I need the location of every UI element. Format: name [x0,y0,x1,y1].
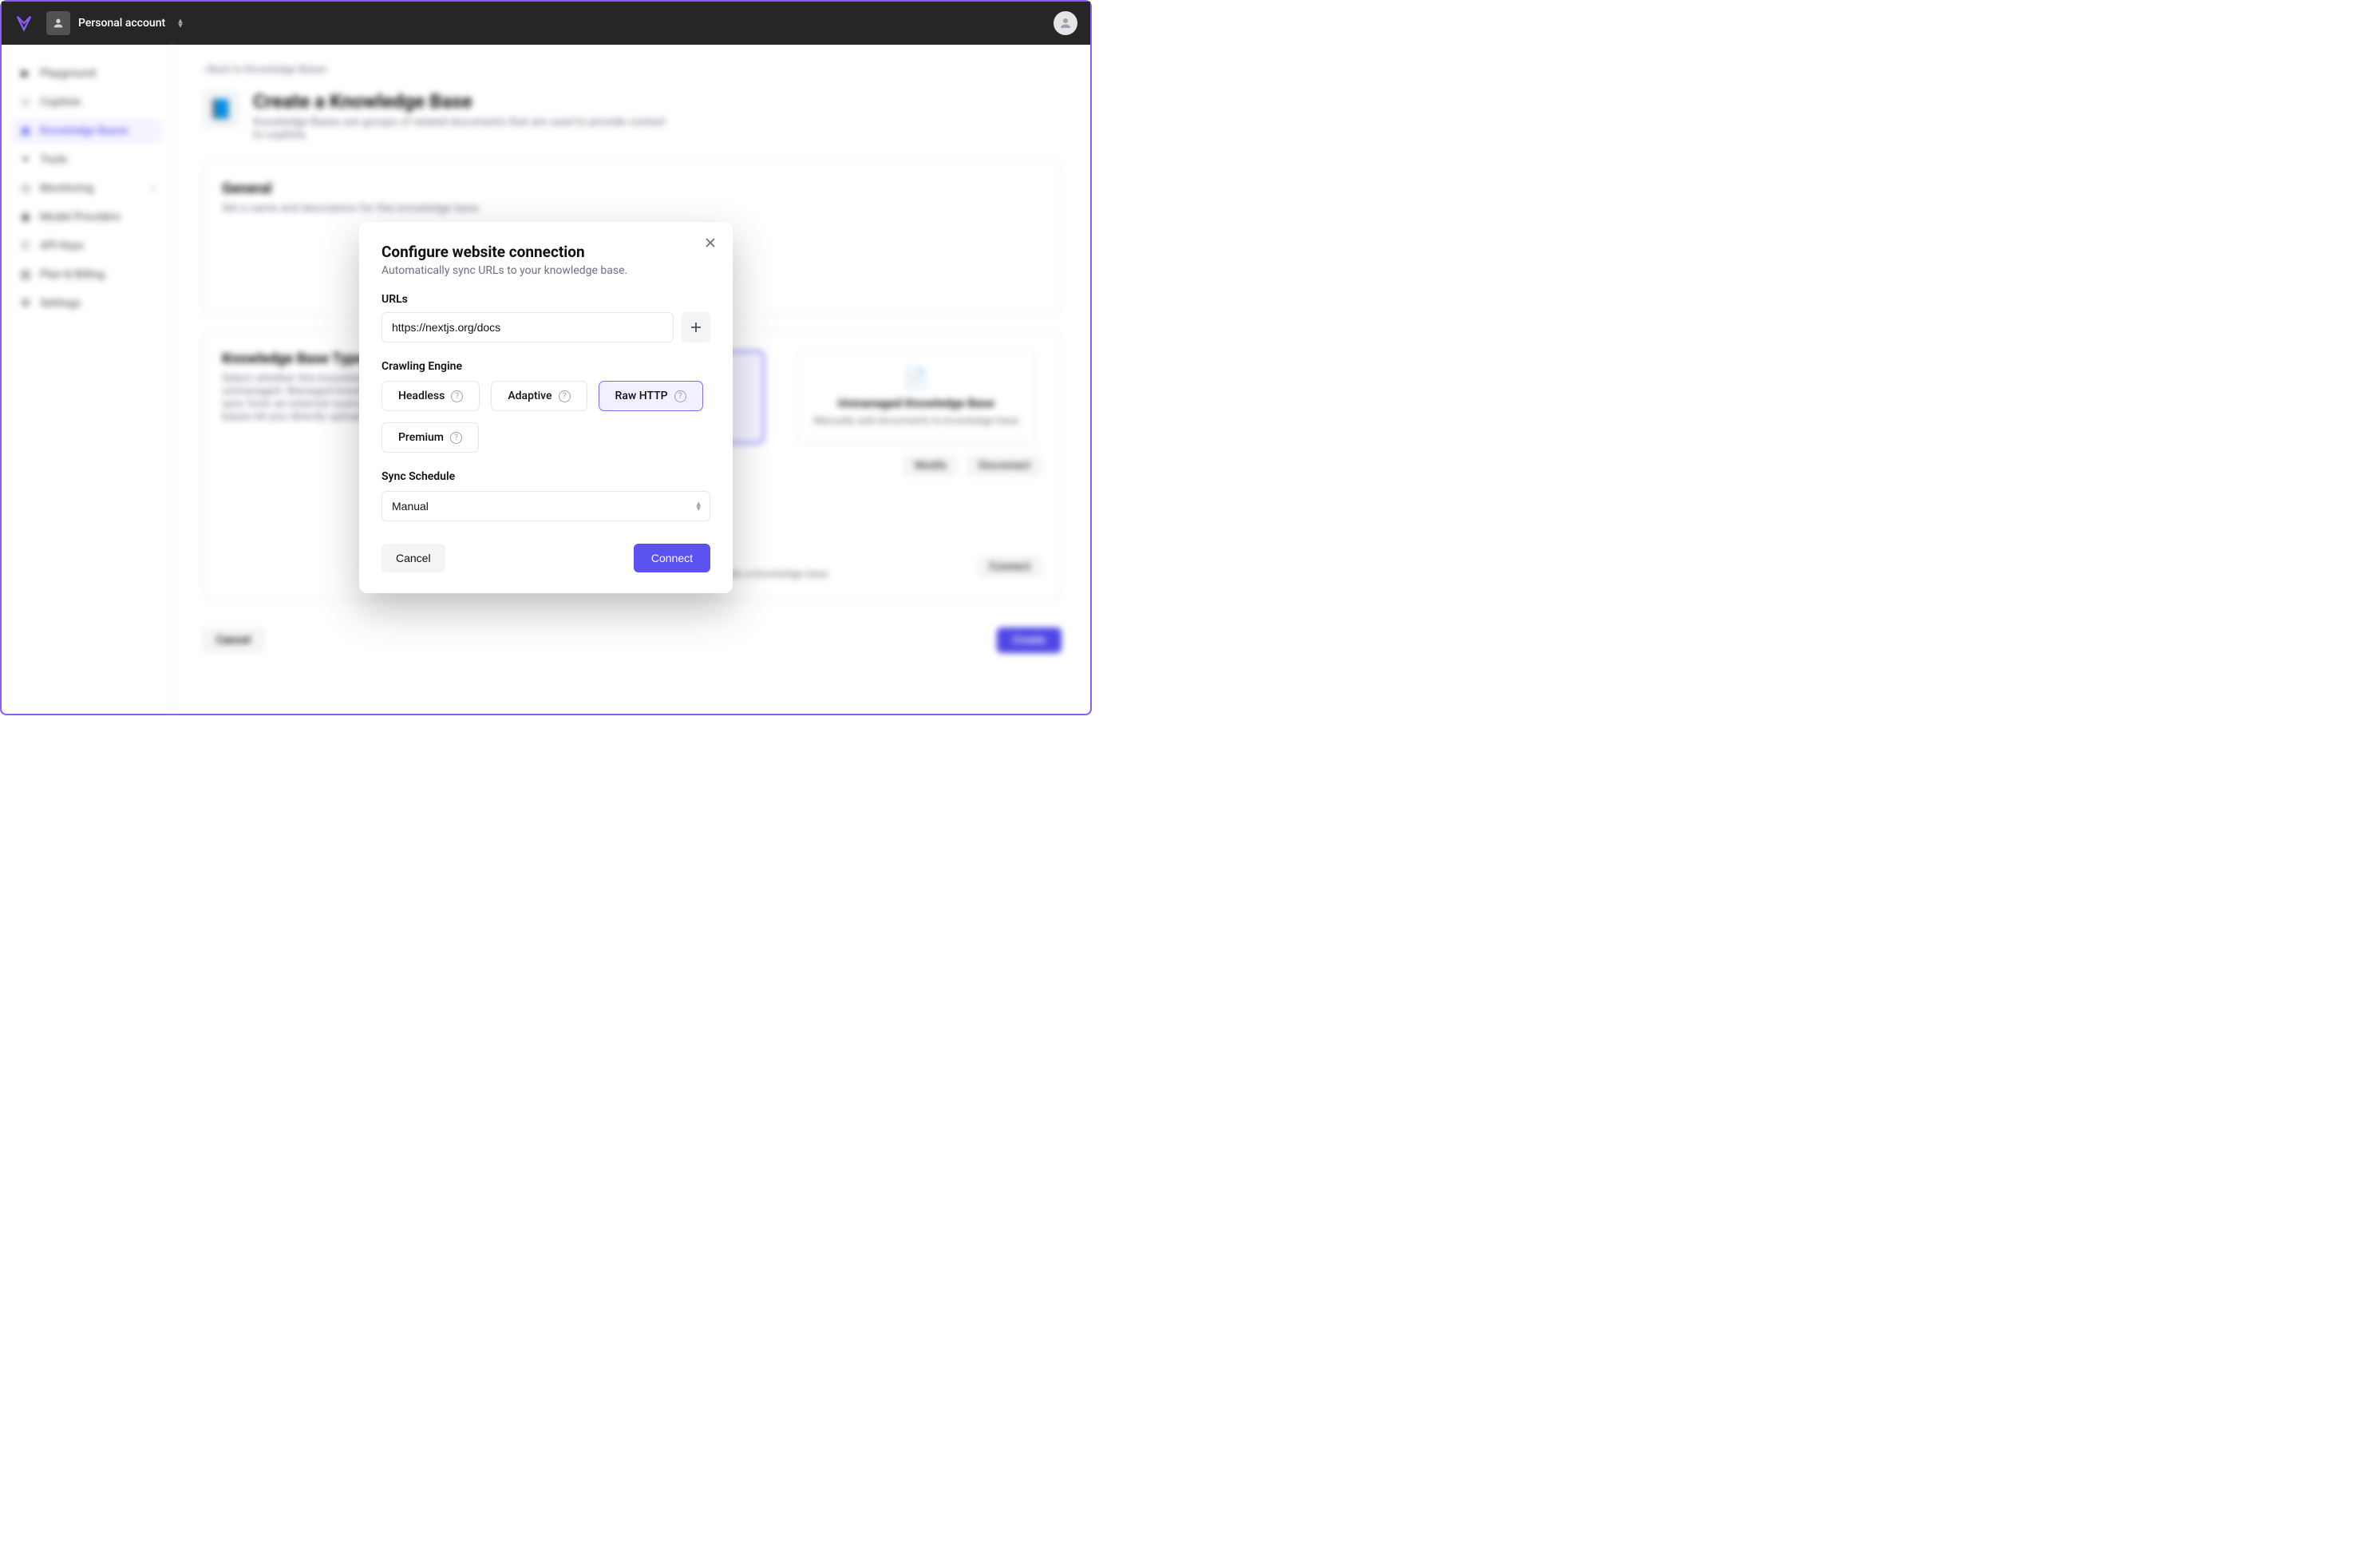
help-icon[interactable]: ? [559,390,571,402]
cancel-button[interactable]: Cancel [382,544,445,572]
engine-option-adaptive[interactable]: Adaptive ? [491,381,587,411]
modal-subtitle: Automatically sync URLs to your knowledg… [382,264,710,277]
chevron-updown-icon: ▴▾ [178,18,183,28]
connect-button[interactable]: Connect [634,544,710,572]
configure-website-modal: Configure website connection Automatical… [359,222,733,593]
engine-label-text: Raw HTTP [615,390,668,402]
help-icon[interactable]: ? [674,390,686,402]
back-link[interactable]: ‹ Back to Knowledge Bases [202,64,1062,76]
engine-option-raw-http[interactable]: Raw HTTP ? [599,381,703,411]
play-icon: ▶ [19,67,32,80]
app-logo-icon [14,14,34,33]
engine-label-text: Headless [398,390,445,402]
url-input[interactable] [382,312,674,342]
top-bar: Personal account ▴▾ [2,2,1090,45]
urls-label: URLs [382,293,710,306]
engine-option-headless[interactable]: Headless ? [382,381,480,411]
add-url-button[interactable] [682,312,710,342]
account-avatar-icon [46,11,70,35]
engine-label-text: Adaptive [508,390,552,402]
modal-overlay: Configure website connection Automatical… [2,88,1090,714]
sync-schedule-select[interactable]: Manual [382,491,710,521]
user-avatar[interactable] [1054,11,1077,35]
crawling-engine-label: Crawling Engine [382,360,710,373]
help-icon[interactable]: ? [451,390,463,402]
modal-title: Configure website connection [382,243,710,261]
sync-schedule-label: Sync Schedule [382,470,710,483]
sidebar-item-label: Playground [40,67,96,80]
engine-label-text: Premium [398,431,444,444]
account-switcher[interactable]: Personal account ▴▾ [46,11,183,35]
account-label: Personal account [78,17,165,30]
engine-option-premium[interactable]: Premium ? [382,422,479,453]
sidebar-item-playground[interactable]: ▶ Playground [11,61,163,86]
help-icon[interactable]: ? [450,432,462,444]
close-button[interactable] [702,235,718,251]
